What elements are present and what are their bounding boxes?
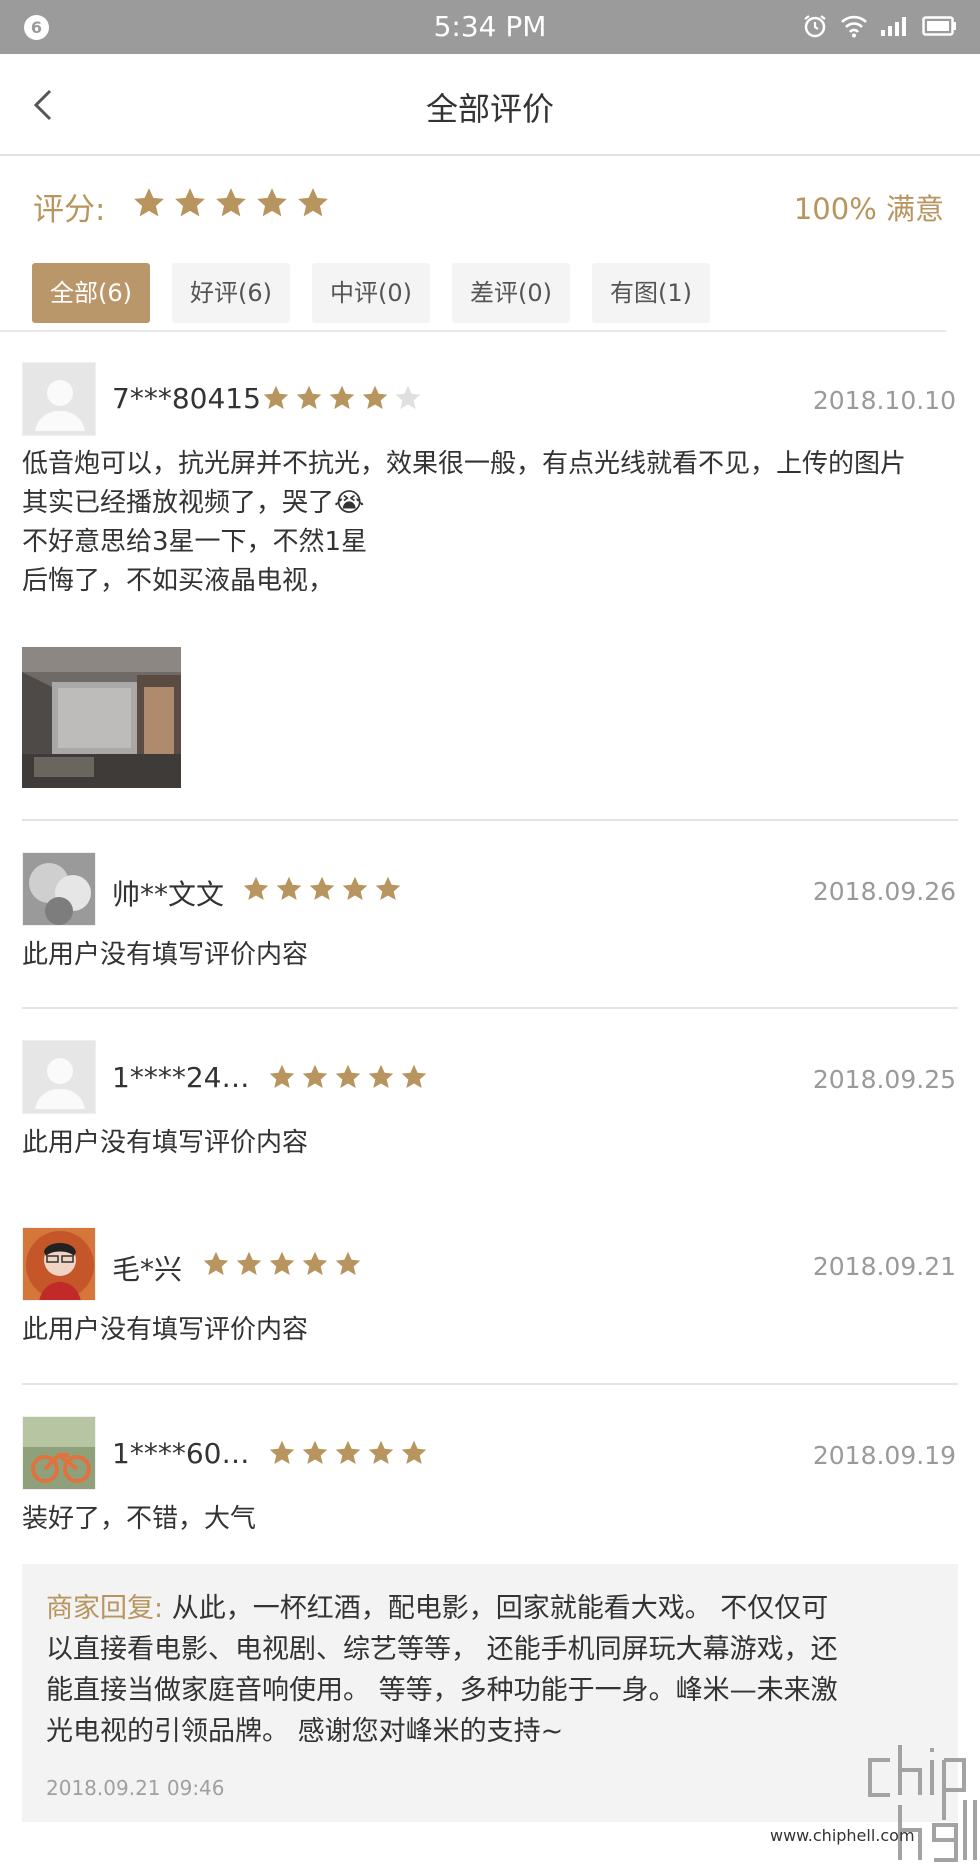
status-bar: 6 5:34 PM bbox=[0, 0, 980, 54]
review-date: 2018.09.21 bbox=[812, 1252, 956, 1281]
reviewer-name: 毛*兴 bbox=[112, 1253, 183, 1286]
divider bbox=[22, 1007, 958, 1009]
reviewer-name: 帅**文文 bbox=[112, 878, 225, 911]
satisfaction-rate: 100% 满意 bbox=[793, 192, 944, 226]
chiphell-logo-icon bbox=[868, 1745, 977, 1862]
merchant-reply-text: 商家回复: 从此，一杯红酒，配电影，回家就能看大戏。 不仅仅可 以直接看电影、电… bbox=[46, 1593, 838, 1747]
reviewer-name: 1****24… bbox=[112, 1061, 250, 1094]
summary-stars bbox=[132, 186, 330, 226]
star-filled-icon bbox=[175, 188, 205, 217]
star-filled-icon bbox=[296, 385, 322, 409]
star-filled-icon bbox=[269, 1251, 295, 1275]
star-filled-icon bbox=[298, 188, 328, 217]
star-filled-icon bbox=[302, 1251, 328, 1275]
avatar bbox=[22, 362, 96, 436]
review-date: 2018.09.19 bbox=[812, 1441, 956, 1470]
review-stars bbox=[268, 1439, 428, 1467]
watermark-url: www.chiphell.com bbox=[770, 1826, 915, 1845]
review-text: 此用户没有填写评价内容 bbox=[22, 1128, 309, 1158]
filter-tab-positive[interactable]: 好评(6) bbox=[172, 263, 290, 323]
star-filled-icon bbox=[216, 188, 246, 217]
star-filled-icon bbox=[362, 385, 388, 409]
star-filled-icon bbox=[243, 876, 269, 900]
reviewer-name: 1****60… bbox=[112, 1437, 250, 1470]
review-text: 装好了，不错，大气 bbox=[22, 1504, 257, 1534]
filter-tab-all[interactable]: 全部(6) bbox=[32, 263, 150, 323]
star-filled-icon bbox=[375, 876, 401, 900]
review-photo[interactable] bbox=[22, 647, 181, 788]
star-filled-icon bbox=[335, 1064, 361, 1088]
star-filled-icon bbox=[269, 1440, 295, 1464]
review-date: 2018.09.25 bbox=[812, 1065, 956, 1094]
page-title: 全部评价 bbox=[425, 90, 554, 128]
star-filled-icon bbox=[263, 385, 289, 409]
rating-summary: 评分: 100% 满意 bbox=[0, 176, 980, 236]
divider bbox=[0, 330, 946, 332]
filter-tabs: 全部(6) 好评(6) 中评(0) 差评(0) 有图(1) bbox=[32, 263, 710, 323]
star-filled-icon bbox=[269, 1064, 295, 1088]
review-stars bbox=[242, 875, 402, 903]
review-date: 2018.09.26 bbox=[812, 877, 956, 906]
star-filled-icon bbox=[329, 385, 355, 409]
star-filled-icon bbox=[236, 1251, 262, 1275]
avatar bbox=[22, 852, 96, 926]
wifi-icon bbox=[840, 14, 868, 42]
star-filled-icon bbox=[368, 1440, 394, 1464]
avatar bbox=[22, 1227, 96, 1301]
filter-tab-negative[interactable]: 差评(0) bbox=[452, 263, 570, 323]
filter-tab-neutral[interactable]: 中评(0) bbox=[312, 263, 430, 323]
reviewer-name: 7***80415 bbox=[112, 382, 261, 415]
filter-tab-with-images[interactable]: 有图(1) bbox=[592, 263, 710, 323]
signal-icon bbox=[880, 15, 910, 41]
review-stars bbox=[268, 1063, 428, 1091]
star-filled-icon bbox=[335, 1251, 361, 1275]
avatar bbox=[22, 1416, 96, 1490]
review-text: 此用户没有填写评价内容 bbox=[22, 940, 309, 970]
divider bbox=[22, 819, 958, 821]
divider bbox=[22, 1383, 958, 1385]
review-stars bbox=[202, 1250, 362, 1278]
star-filled-icon bbox=[309, 876, 335, 900]
watermark: www.chiphell.com bbox=[750, 1730, 980, 1870]
review-text: 低音炮可以，抗光屏并不抗光，效果很一般，有点光线就看不见，上传的图片 其实已经播… bbox=[22, 449, 907, 596]
star-filled-icon bbox=[276, 876, 302, 900]
review-stars bbox=[262, 384, 422, 412]
star-filled-icon bbox=[401, 1440, 427, 1464]
star-filled-icon bbox=[302, 1440, 328, 1464]
score-label: 评分: bbox=[33, 192, 106, 228]
review-text: 此用户没有填写评价内容 bbox=[22, 1315, 309, 1345]
star-filled-icon bbox=[335, 1440, 361, 1464]
merchant-reply-label: 商家回复: bbox=[46, 1593, 164, 1624]
star-filled-icon bbox=[342, 876, 368, 900]
status-icons bbox=[802, 14, 958, 42]
avatar bbox=[22, 1040, 96, 1114]
star-filled-icon bbox=[302, 1064, 328, 1088]
star-filled-icon bbox=[368, 1064, 394, 1088]
star-filled-icon bbox=[257, 188, 287, 217]
star-filled-icon bbox=[134, 188, 164, 217]
star-empty-icon bbox=[395, 385, 421, 409]
review-date: 2018.10.10 bbox=[812, 386, 956, 415]
star-filled-icon bbox=[203, 1251, 229, 1275]
star-filled-icon bbox=[401, 1064, 427, 1088]
navigation-bar: 全部评价 bbox=[0, 54, 980, 156]
merchant-reply-time: 2018.09.21 09:46 bbox=[46, 1776, 225, 1800]
alarm-icon bbox=[802, 13, 828, 43]
battery-icon bbox=[922, 15, 958, 41]
